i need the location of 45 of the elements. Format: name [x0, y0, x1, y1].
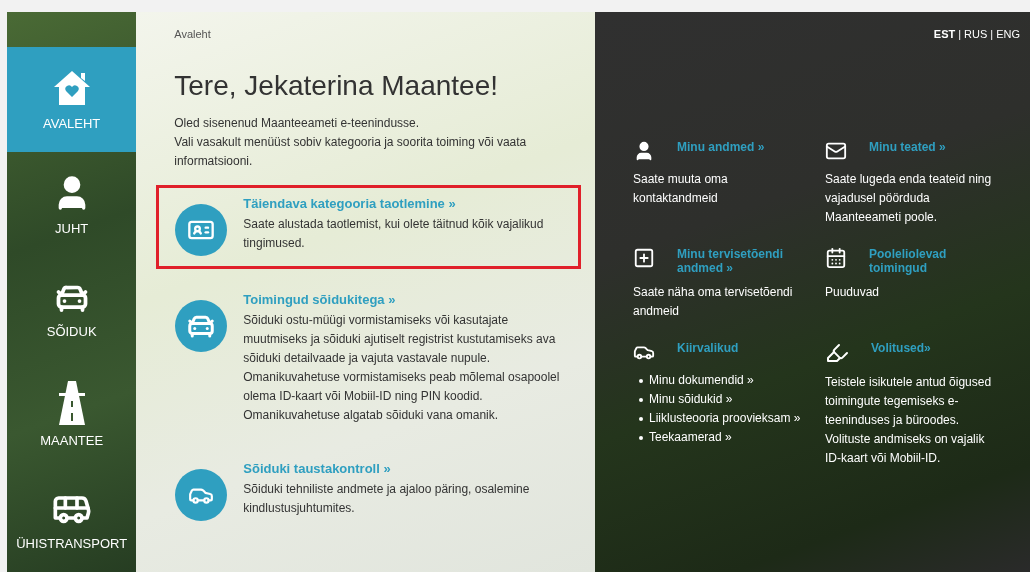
quick-link[interactable]: Liiklusteooria proovieksam » — [649, 409, 801, 428]
panel-description: Saate näha oma tervisetõendi andmeid — [633, 284, 794, 320]
sidebar-label: JUHT — [55, 221, 89, 236]
intro-text: Oled sisenenud Maanteeameti e-teenindusse. — [174, 115, 421, 132]
panel-title-link[interactable]: Pooleliolevad toimingud — [869, 247, 979, 275]
calendar-icon — [825, 247, 847, 269]
sidebar-item[interactable]: SÕIDUK — [7, 257, 137, 362]
panel-title-link[interactable]: Volitused» — [871, 341, 981, 355]
bullet-icon — [639, 416, 643, 421]
sidebar-label: AVALEHT — [42, 116, 101, 131]
bullet-icon — [639, 435, 643, 440]
sidebar-label: SÕIDUK — [46, 324, 97, 339]
language-link[interactable]: ENG — [996, 28, 1020, 40]
sidebar-item[interactable]: MAANTEE — [7, 362, 137, 467]
panel-description: Saate lugeda enda teateid ning vajadusel pöörduda Maanteeameti poole. — [825, 171, 993, 226]
service-description: Sõiduki tehniliste andmete ja ajaloo päring, osalemine kindlustusjuhtumites. — [243, 481, 531, 517]
bullet-icon — [639, 378, 643, 383]
panel-description: Puuduvad — [825, 284, 881, 301]
marker-icon — [825, 341, 849, 365]
intro-text: Vali vasakult menüüst sobiv kategooria ja soorita toiming või vaata informatsiooni. — [174, 134, 528, 170]
language-link[interactable]: RUS — [964, 28, 988, 40]
service-description: Sõiduki ostu-müügi vormistamiseks või kasutajate muutmiseks ja sõiduki ajutiselt registrist kustutamiseks ava sõiduki detailvaade ja vajuta vastavale nupule. Omanikuvahetuse vormistamiseks peab mõlemal osapoolel olema ID-kaart või Mobiil-ID ning PIN koodid. Omanikuvahetuse algatab sõiduki vana omanik. — [243, 312, 561, 424]
envelope-icon — [825, 140, 847, 162]
medical-icon — [633, 247, 655, 269]
service-description: Saate alustada taotlemist, kui olete täitnud kõik vajalikud tingimused. — [243, 216, 545, 252]
panel-title-link[interactable]: Minu andmed » — [677, 140, 787, 154]
road-icon — [56, 381, 87, 425]
sidebar-item[interactable]: JUHT — [7, 152, 137, 257]
sidebar-item[interactable]: ÜHISTRANSPORT — [7, 467, 137, 572]
quick-link[interactable]: Minu sõidukid » — [649, 390, 733, 409]
panel-title-link[interactable]: Kiirvalikud — [677, 341, 787, 355]
sidebar-label: MAANTEE — [40, 433, 104, 448]
bullet-icon — [639, 397, 643, 402]
breadcrumb-link[interactable]: Avaleht — [174, 28, 211, 40]
panel-title-link[interactable]: Minu tervisetõendi andmed » — [677, 247, 787, 275]
language-link[interactable]: EST — [933, 28, 956, 40]
separator: | — [990, 28, 994, 40]
separator: | — [958, 28, 962, 40]
panel-description: Teistele isikutele antud õigused toimingute tegemiseks e-teeninduses ja büroodes. Volituste andmiseks on vajalik ID-kaart või Mobiil-ID. — [825, 374, 993, 467]
quick-link[interactable]: Minu dokumendid » — [649, 371, 754, 390]
panel-title-link[interactable]: Minu teated » — [869, 140, 979, 154]
greeting-heading: Tere, Jekaterina Maantee! — [174, 70, 500, 102]
quick-link[interactable]: Teekaamerad » — [649, 428, 732, 447]
sidebar-label: ÜHISTRANSPORT — [16, 536, 128, 551]
panel-description: Saate muuta oma kontaktandmeid — [633, 171, 729, 207]
